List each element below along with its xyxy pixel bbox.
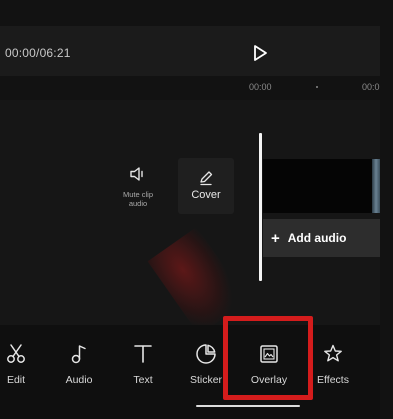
add-audio-label: Add audio bbox=[287, 231, 347, 245]
toolbar-item-label: Edit bbox=[6, 374, 26, 386]
play-icon bbox=[254, 45, 267, 61]
cover-button[interactable]: Cover bbox=[178, 158, 234, 214]
toolbar-item-audio[interactable]: Audio bbox=[53, 343, 105, 386]
toolbar-item-label: Sticker bbox=[189, 374, 223, 386]
speaker-icon bbox=[130, 167, 143, 181]
toolbar-item-label: Text bbox=[133, 374, 153, 386]
add-audio-button[interactable]: + Add audio bbox=[263, 219, 380, 257]
ruler-next-label: 00:0 bbox=[362, 82, 380, 92]
home-indicator bbox=[196, 405, 300, 407]
ruler-start-label: 00:00 bbox=[249, 82, 272, 92]
toolbar-item-text[interactable]: Text bbox=[117, 343, 169, 386]
pencil-icon bbox=[200, 171, 213, 186]
video-clip[interactable] bbox=[263, 159, 380, 213]
mute-clip-audio-button[interactable]: Mute clip audio bbox=[113, 165, 163, 208]
text-icon bbox=[134, 345, 152, 363]
sticker-icon bbox=[196, 344, 216, 364]
plus-icon: + bbox=[271, 229, 280, 247]
cover-label: Cover bbox=[191, 189, 221, 201]
scissors-icon bbox=[7, 344, 25, 363]
play-button[interactable] bbox=[248, 41, 272, 65]
ruler-tick bbox=[316, 86, 318, 88]
time-display: 00:00/06:21 bbox=[5, 46, 71, 60]
mute-clip-audio-label: Mute clip audio bbox=[122, 190, 153, 208]
toolbar-item-label: Audio bbox=[65, 374, 93, 386]
overlay-highlight-box bbox=[223, 316, 313, 400]
toolbar-item-label: Effects bbox=[317, 374, 349, 386]
star-icon bbox=[324, 344, 342, 362]
playhead[interactable] bbox=[259, 133, 262, 281]
player-bar: 00:00/06:21 bbox=[0, 26, 380, 76]
music-note-icon bbox=[71, 345, 86, 364]
toolbar-item-effects[interactable]: Effects bbox=[307, 343, 359, 386]
toolbar-item-edit[interactable]: Edit bbox=[0, 343, 42, 386]
video-clip-thumbnail-edge bbox=[372, 159, 380, 213]
